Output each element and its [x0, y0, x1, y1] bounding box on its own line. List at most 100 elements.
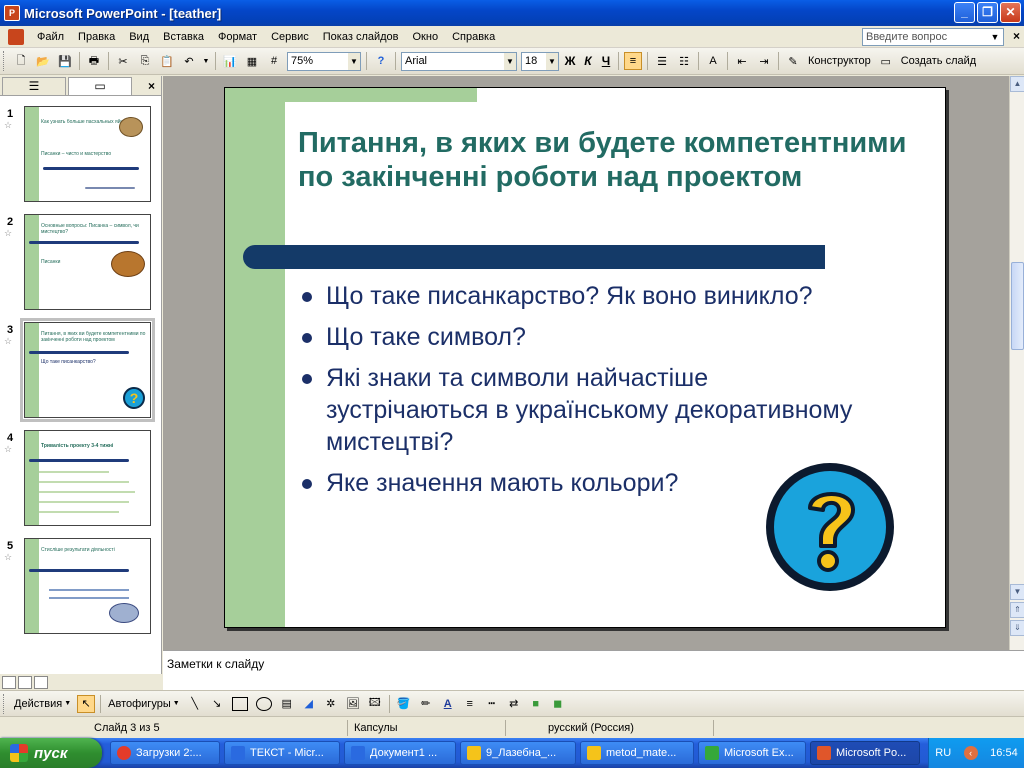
tab-slides[interactable]: ▭: [68, 77, 132, 95]
menu-view[interactable]: Вид: [122, 26, 156, 48]
copy-icon[interactable]: ⎘: [136, 52, 154, 70]
font-color-icon[interactable]: A: [439, 695, 457, 713]
slide-thumbnail-selected[interactable]: Питання, в яких ви будете компетентними …: [20, 318, 155, 422]
start-button[interactable]: пуск: [0, 738, 102, 768]
menu-slideshow[interactable]: Показ слайдов: [316, 26, 406, 48]
line-color-icon[interactable]: ✏: [417, 695, 435, 713]
slide-editor-area[interactable]: Питання, в яких ви будете компетентними …: [163, 76, 1009, 650]
slide-thumbnail[interactable]: Тривалість проекту 3-4 тижні: [24, 430, 151, 526]
toolbar-grip[interactable]: [3, 693, 7, 714]
shadow-icon[interactable]: ■: [527, 695, 545, 713]
close-button[interactable]: ✕: [1000, 2, 1021, 23]
previous-slide-icon[interactable]: ⇑: [1010, 602, 1024, 618]
slide-thumbnail[interactable]: Стисліше результати діяльності: [24, 538, 151, 634]
textbox-tool-icon[interactable]: ▤: [278, 695, 296, 713]
thumbnail-row[interactable]: 5 ☆ Стисліше результати діяльності: [0, 538, 162, 638]
font-size-select[interactable]: 18 ▼: [521, 51, 559, 71]
increase-indent-icon[interactable]: ⇥: [755, 52, 773, 70]
slide-title[interactable]: Питання, в яких ви будете компетентними …: [298, 126, 918, 194]
print-icon[interactable]: 🖶: [85, 52, 103, 70]
align-left-icon[interactable]: ≡: [624, 52, 642, 70]
font-select[interactable]: Arial ▼: [401, 51, 517, 71]
taskbar-item[interactable]: metod_mate...: [580, 741, 694, 765]
minimize-button[interactable]: _: [954, 2, 975, 23]
undo-dropdown-icon[interactable]: ▼: [202, 52, 210, 70]
insert-table-icon[interactable]: ▦: [243, 52, 261, 70]
taskbar-item[interactable]: 9_Лазебна_...: [460, 741, 576, 765]
arrow-tool-icon[interactable]: ↘: [208, 695, 226, 713]
chevron-down-icon[interactable]: ▼: [173, 700, 180, 707]
scroll-up-icon[interactable]: ▲: [1010, 76, 1024, 92]
menu-window[interactable]: Окно: [406, 26, 446, 48]
menu-file[interactable]: Файл: [30, 26, 71, 48]
arrow-style-icon[interactable]: ⇄: [505, 695, 523, 713]
notes-placeholder[interactable]: Заметки к слайду: [167, 657, 264, 671]
insert-chart-icon[interactable]: 📊: [221, 52, 239, 70]
taskbar-item[interactable]: Microsoft Ex...: [698, 741, 806, 765]
tab-outline[interactable]: ☰: [2, 77, 66, 95]
scrollbar-thumb[interactable]: [1011, 262, 1024, 350]
document-close-icon[interactable]: ×: [1013, 29, 1020, 43]
oval-tool-icon[interactable]: [255, 696, 272, 711]
taskbar-item[interactable]: Загрузки 2:...: [110, 741, 220, 765]
menu-help[interactable]: Справка: [445, 26, 502, 48]
slide-thumbnail[interactable]: Как узнать больше пасхальных яйцах Писан…: [24, 106, 151, 202]
line-style-icon[interactable]: ≡: [461, 695, 479, 713]
thumbnail-row[interactable]: 1 ☆ Как узнать больше пасхальных яйцах П…: [0, 106, 162, 206]
designer-button[interactable]: Конструктор: [808, 55, 871, 67]
designer-icon[interactable]: ✎: [784, 52, 802, 70]
bold-button[interactable]: Ж: [561, 54, 579, 68]
thumbnail-row[interactable]: 2 ☆ Основные вопросы: Писанка – символ, …: [0, 214, 162, 314]
undo-icon[interactable]: ↶: [180, 52, 198, 70]
menu-format[interactable]: Формат: [211, 26, 264, 48]
bullets-icon[interactable]: ☷: [675, 52, 693, 70]
menu-edit[interactable]: Правка: [71, 26, 122, 48]
next-slide-icon[interactable]: ⇓: [1010, 620, 1024, 636]
chevron-down-icon[interactable]: ▼: [64, 700, 71, 707]
taskbar-item-active[interactable]: Microsoft Po...: [810, 741, 920, 765]
grid-icon[interactable]: #: [265, 52, 283, 70]
help-icon[interactable]: ?: [372, 52, 390, 70]
slide-thumbnail[interactable]: Основные вопросы: Писанка – символ, чи м…: [24, 214, 151, 310]
3d-icon[interactable]: ◼: [549, 695, 567, 713]
language-bar[interactable]: RU: [935, 747, 951, 759]
fill-color-icon[interactable]: 🪣: [395, 695, 413, 713]
powerpoint-app-icon[interactable]: P: [4, 5, 20, 21]
open-icon[interactable]: 📂: [34, 52, 52, 70]
scroll-down-icon[interactable]: ▼: [1010, 584, 1024, 600]
restore-button[interactable]: ❐: [977, 2, 998, 23]
document-icon[interactable]: [8, 28, 24, 45]
increase-font-icon[interactable]: A: [704, 52, 722, 70]
italic-button[interactable]: К: [579, 54, 597, 68]
numbering-icon[interactable]: ☰: [653, 52, 671, 70]
vertical-scrollbar[interactable]: ▲ ▼ ⇑ ⇓: [1009, 76, 1024, 650]
normal-view-icon[interactable]: [2, 675, 16, 689]
slideshow-view-icon[interactable]: [34, 675, 48, 689]
thumbnail-row[interactable]: 3 ☆ Питання, в яких ви будете компетентн…: [0, 318, 162, 422]
tray-expand-icon[interactable]: ‹: [963, 746, 978, 760]
menu-insert[interactable]: Вставка: [156, 26, 211, 48]
paste-icon[interactable]: 📋: [158, 52, 176, 70]
close-icon[interactable]: ×: [148, 77, 155, 95]
cut-icon[interactable]: ✂: [114, 52, 132, 70]
new-slide-icon[interactable]: ▭: [877, 52, 895, 70]
notes-pane[interactable]: Заметки к слайду: [163, 650, 1024, 690]
new-slide-button[interactable]: Создать слайд: [901, 55, 976, 67]
taskbar-item[interactable]: Документ1 ...: [344, 741, 456, 765]
help-question-input[interactable]: Введите вопрос: [862, 28, 1004, 46]
current-slide[interactable]: Питання, в яких ви будете компетентними …: [224, 87, 946, 628]
thumbnail-row[interactable]: 4 ☆ Тривалість проекту 3-4 тижні: [0, 430, 162, 530]
menu-tools[interactable]: Сервис: [264, 26, 316, 48]
slide-sorter-view-icon[interactable]: [18, 675, 32, 689]
line-tool-icon[interactable]: ╲: [186, 695, 204, 713]
toolbar-grip[interactable]: [3, 51, 7, 71]
zoom-select[interactable]: 75% ▼: [287, 51, 361, 71]
new-file-icon[interactable]: 🗋: [12, 52, 30, 70]
rectangle-tool-icon[interactable]: [231, 696, 248, 711]
select-pointer-icon[interactable]: ↖: [77, 694, 96, 713]
autoshapes-menu[interactable]: Автофигуры: [108, 698, 171, 710]
dash-style-icon[interactable]: ┅: [483, 695, 501, 713]
underline-button[interactable]: Ч: [597, 54, 615, 68]
picture-icon[interactable]: 🖾: [366, 695, 384, 713]
taskbar-item[interactable]: ТЕКСТ - Micr...: [224, 741, 340, 765]
